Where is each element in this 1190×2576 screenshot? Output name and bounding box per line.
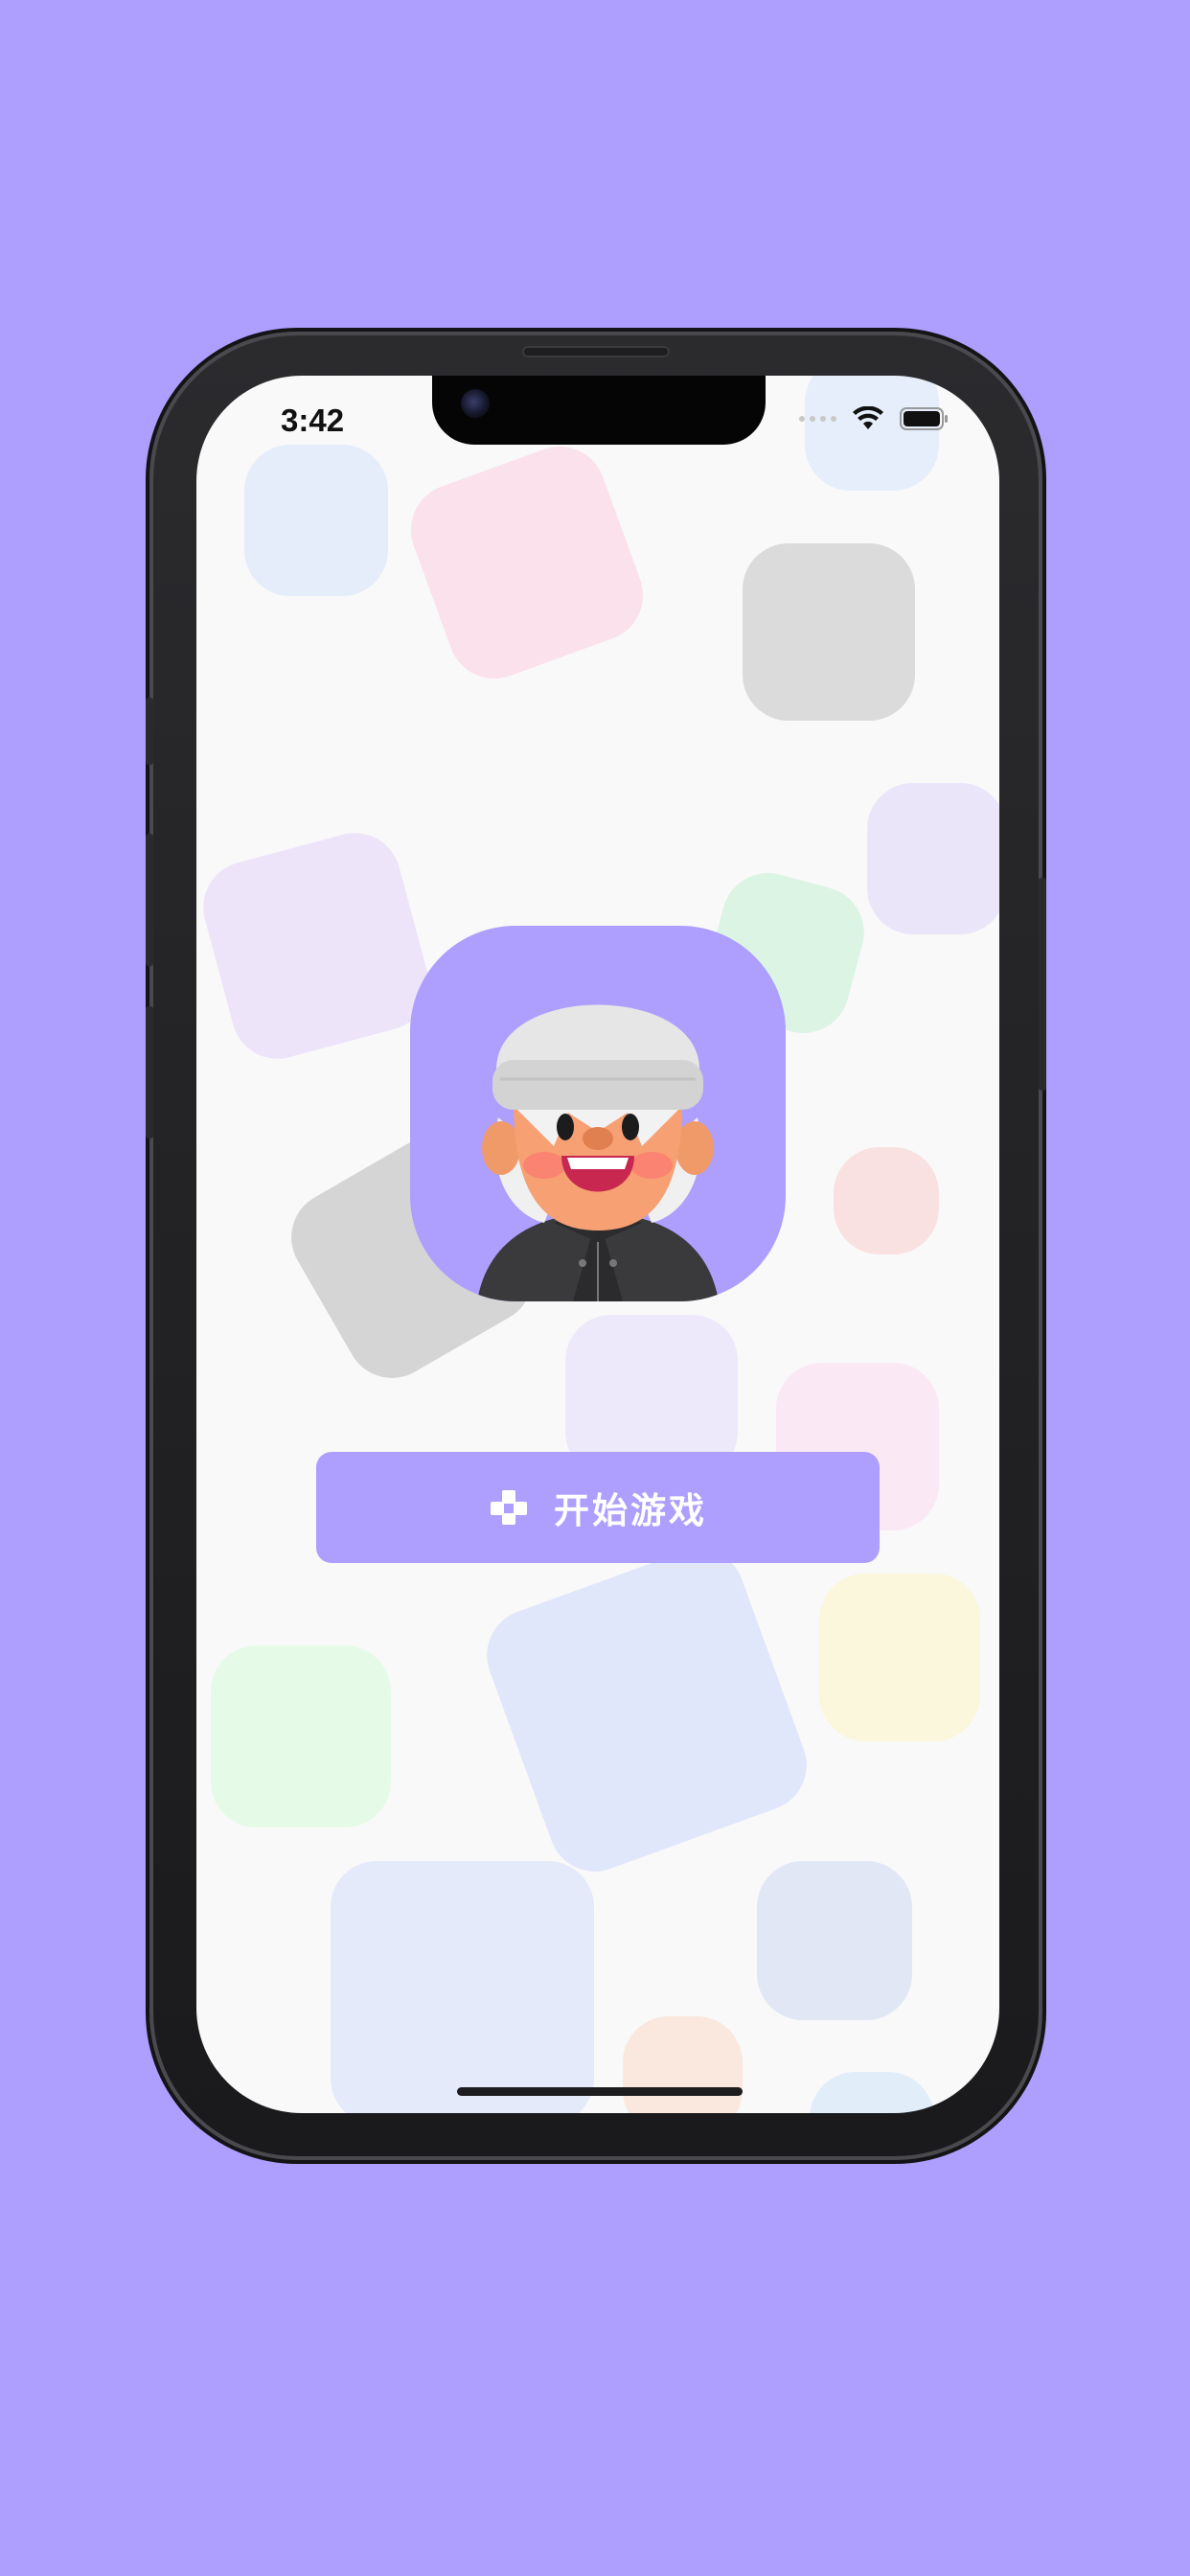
side-button-mute — [146, 698, 153, 765]
gamepad-icon — [491, 1490, 527, 1525]
notch — [432, 376, 766, 445]
home-indicator[interactable] — [457, 2087, 743, 2096]
bg-avatar-tile — [805, 376, 939, 491]
wifi-icon — [853, 406, 883, 429]
start-game-button[interactable]: 开始游戏 — [316, 1452, 880, 1563]
avatar-beanie-man-icon — [477, 1004, 719, 1301]
phone-frame: 3:42 开始游戏 — [146, 335, 1046, 2156]
bg-avatar-tile — [473, 1535, 820, 1885]
status-time: 3:42 — [281, 402, 345, 438]
app-screen: 3:42 开始游戏 — [196, 376, 999, 2113]
earpiece-speaker — [522, 346, 670, 357]
status-icons — [799, 406, 950, 431]
bg-avatar-tile — [196, 822, 440, 1070]
bg-avatar-tile — [834, 1147, 939, 1254]
bg-avatar-tile — [757, 1861, 912, 2020]
bg-avatar-tile — [398, 433, 656, 692]
bg-avatar-tile — [331, 1861, 594, 2113]
side-button-power — [1039, 878, 1046, 1091]
page-background: 3:42 开始游戏 — [0, 0, 1190, 2576]
bg-avatar-tile — [867, 783, 999, 934]
side-button-volume-down — [146, 1006, 153, 1138]
bg-avatar-tile — [743, 543, 915, 721]
start-game-label: 开始游戏 — [554, 1490, 707, 1531]
bg-avatar-tile — [211, 1645, 391, 1828]
side-button-volume-up — [146, 834, 153, 966]
battery-icon — [900, 407, 948, 430]
front-camera-icon — [461, 389, 490, 418]
bg-avatar-tile — [819, 1574, 980, 1741]
bg-avatar-tile — [623, 2016, 743, 2113]
bg-avatar-tile — [810, 2072, 934, 2113]
bg-avatar-tile — [244, 445, 388, 596]
hero-avatar-tile — [410, 926, 786, 1301]
signal-dots-icon — [799, 416, 836, 422]
